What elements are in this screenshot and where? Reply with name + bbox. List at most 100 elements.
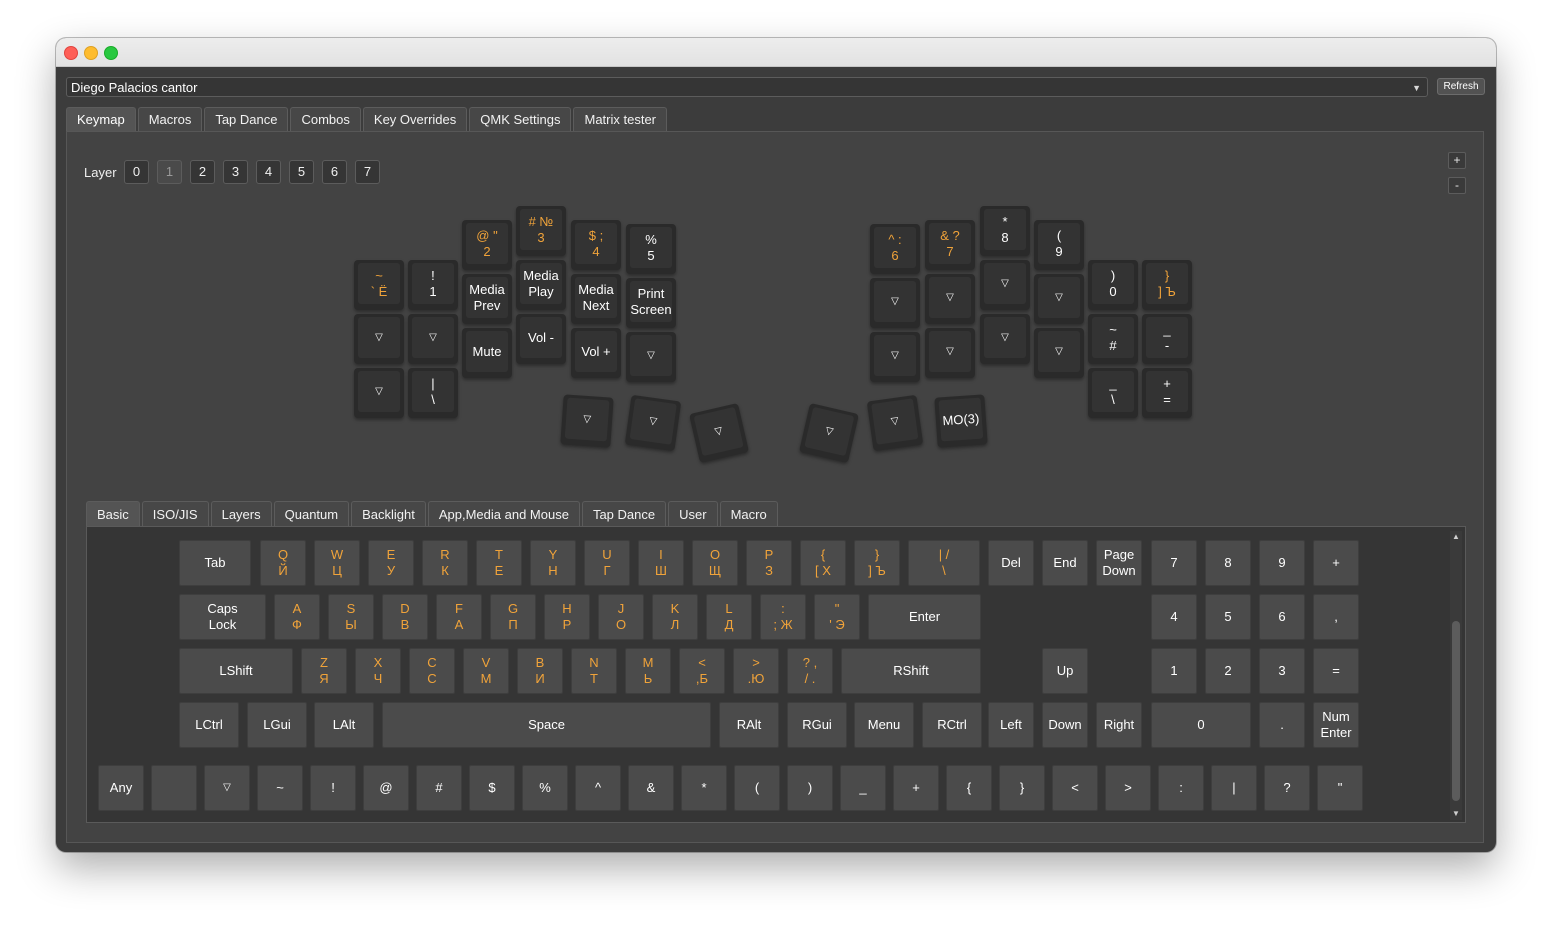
keycode-tab-quantum[interactable]: Quantum: [273, 501, 350, 526]
key-r-c2-r0[interactable]: * 8: [980, 206, 1030, 256]
keycode-blank[interactable]: | / \: [908, 540, 980, 586]
keycode-7[interactable]: 7: [1151, 540, 1197, 586]
key-r-c2-r1[interactable]: ▽: [980, 260, 1030, 310]
keycode-8[interactable]: 8: [1205, 540, 1251, 586]
keycode-v[interactable]: V М: [463, 648, 509, 694]
keycode-blank[interactable]: } ] Ъ: [854, 540, 900, 586]
keycode-blank[interactable]: %: [522, 765, 568, 811]
keycode-d[interactable]: D В: [382, 594, 428, 640]
key-r-c1-r1[interactable]: ▽: [925, 274, 975, 324]
keycode-menu[interactable]: Menu: [854, 702, 914, 748]
keycode-blank[interactable]: *: [681, 765, 727, 811]
key-r-c5-r1[interactable]: _ -: [1142, 314, 1192, 364]
keycode-blank[interactable]: ": [1317, 765, 1363, 811]
key-l-c5-r0[interactable]: % 5: [626, 224, 676, 274]
keycode-blank[interactable]: " ' Э: [814, 594, 860, 640]
keycode-h[interactable]: H Р: [544, 594, 590, 640]
key-l-th-1[interactable]: ▽: [624, 394, 682, 452]
tab-matrix-tester[interactable]: Matrix tester: [573, 107, 667, 131]
layer-button-6[interactable]: 6: [322, 160, 347, 184]
keycode-rgui[interactable]: RGui: [787, 702, 847, 748]
keycode-blank[interactable]: _: [840, 765, 886, 811]
keycode-blank[interactable]: ▽: [204, 765, 250, 811]
keycode-caps[interactable]: Caps Lock: [179, 594, 266, 640]
keycode-u[interactable]: U Г: [584, 540, 630, 586]
key-r-c4-r1[interactable]: ~ #: [1088, 314, 1138, 364]
keycode-blank[interactable]: $: [469, 765, 515, 811]
key-l-c1-r0[interactable]: ! 1: [408, 260, 458, 310]
close-window-button[interactable]: [64, 46, 78, 60]
layer-button-1[interactable]: 1: [157, 160, 182, 184]
keycode-blank[interactable]: +: [1313, 540, 1359, 586]
keycode-e[interactable]: E У: [368, 540, 414, 586]
keycode-5[interactable]: 5: [1205, 594, 1251, 640]
key-l-c3-r0[interactable]: # № 3: [516, 206, 566, 256]
keycode-9[interactable]: 9: [1259, 540, 1305, 586]
key-l-th-0[interactable]: ▽: [560, 394, 614, 448]
keycode-tab-basic[interactable]: Basic: [86, 501, 140, 526]
key-r-c0-r2[interactable]: ▽: [870, 332, 920, 382]
keycode-blank[interactable]: }: [999, 765, 1045, 811]
keycode-left[interactable]: Left: [988, 702, 1034, 748]
keycode-blank[interactable]: #: [416, 765, 462, 811]
keycode-blank[interactable]: [151, 765, 197, 811]
keycode-tab-backlight[interactable]: Backlight: [351, 501, 426, 526]
keycode-scrollbar[interactable]: ▲ ▼: [1450, 531, 1462, 820]
keycode-blank[interactable]: =: [1313, 648, 1359, 694]
refresh-button[interactable]: Refresh: [1437, 78, 1485, 95]
key-l-c1-r2[interactable]: | \: [408, 368, 458, 418]
keycode-a[interactable]: A Ф: [274, 594, 320, 640]
keycode-1[interactable]: 1: [1151, 648, 1197, 694]
keycode-t[interactable]: T Е: [476, 540, 522, 586]
key-r-c3-r2[interactable]: ▽: [1034, 328, 1084, 378]
keycode-down[interactable]: Down: [1042, 702, 1088, 748]
layer-button-2[interactable]: 2: [190, 160, 215, 184]
keycode-q[interactable]: Q Й: [260, 540, 306, 586]
tab-key-overrides[interactable]: Key Overrides: [362, 107, 468, 131]
keycode-blank[interactable]: ^: [575, 765, 621, 811]
keycode-end[interactable]: End: [1042, 540, 1088, 586]
keycode-blank[interactable]: <: [1052, 765, 1098, 811]
keycode-lgui[interactable]: LGui: [247, 702, 307, 748]
keycode-blank[interactable]: |: [1211, 765, 1257, 811]
keycode-blank[interactable]: ? , / .: [787, 648, 833, 694]
tab-qmk-settings[interactable]: QMK Settings: [469, 107, 572, 131]
keycode-blank[interactable]: ~: [257, 765, 303, 811]
keycode-blank[interactable]: : ; Ж: [760, 594, 806, 640]
key-l-c2-r1[interactable]: Media Prev: [462, 274, 512, 324]
key-l-c0-r0[interactable]: ~ ` Ё: [354, 260, 404, 310]
tab-tap-dance[interactable]: Tap Dance: [204, 107, 289, 131]
key-l-c2-r0[interactable]: @ " 2: [462, 220, 512, 270]
keycode-tab-layers[interactable]: Layers: [210, 501, 272, 526]
tab-macros[interactable]: Macros: [137, 107, 203, 131]
tab-keymap[interactable]: Keymap: [66, 107, 136, 131]
keycode-l[interactable]: L Д: [706, 594, 752, 640]
key-r-c4-r2[interactable]: _ \: [1088, 368, 1138, 418]
keycode-k[interactable]: K Л: [652, 594, 698, 640]
key-r-th-1[interactable]: ▽: [866, 394, 924, 452]
keycode-tab-iso-jis[interactable]: ISO/JIS: [141, 501, 209, 526]
keycode-x[interactable]: X Ч: [355, 648, 401, 694]
key-r-c0-r1[interactable]: ▽: [870, 278, 920, 328]
keycode-o[interactable]: O Щ: [692, 540, 738, 586]
keycode-blank[interactable]: >: [1105, 765, 1151, 811]
keycode-blank[interactable]: +: [893, 765, 939, 811]
keycode-blank[interactable]: !: [310, 765, 356, 811]
keycode-ralt[interactable]: RAlt: [719, 702, 779, 748]
keycode-j[interactable]: J О: [598, 594, 644, 640]
keycode-blank[interactable]: :: [1158, 765, 1204, 811]
keycode-2[interactable]: 2: [1205, 648, 1251, 694]
zoom-in-button[interactable]: +: [1448, 152, 1466, 169]
key-l-c3-r2[interactable]: Vol -: [516, 314, 566, 364]
keycode-blank[interactable]: ): [787, 765, 833, 811]
keycode-blank[interactable]: ,: [1313, 594, 1359, 640]
key-l-c3-r1[interactable]: Media Play: [516, 260, 566, 310]
layer-button-5[interactable]: 5: [289, 160, 314, 184]
keycode-enter[interactable]: Enter: [868, 594, 981, 640]
key-r-c5-r0[interactable]: } ] Ъ: [1142, 260, 1192, 310]
key-l-c4-r1[interactable]: Media Next: [571, 274, 621, 324]
scroll-down-icon[interactable]: ▼: [1450, 809, 1462, 819]
keycode-y[interactable]: Y Н: [530, 540, 576, 586]
key-r-c2-r2[interactable]: ▽: [980, 314, 1030, 364]
key-l-c0-r2[interactable]: ▽: [354, 368, 404, 418]
